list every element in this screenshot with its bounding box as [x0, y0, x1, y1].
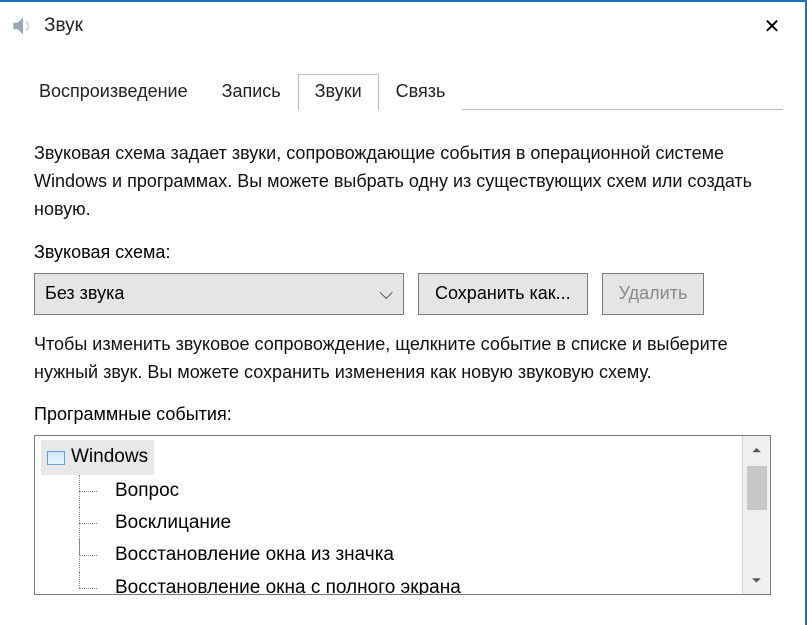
- titlebar: Звук ✕: [0, 2, 805, 50]
- tree-item[interactable]: Восклицание: [41, 507, 742, 539]
- scroll-thumb[interactable]: [747, 466, 767, 510]
- delete-button: Удалить: [602, 273, 705, 315]
- tab-recording[interactable]: Запись: [205, 74, 298, 110]
- scheme-row: Без звука ⌵ Сохранить как... Удалить: [34, 273, 771, 315]
- tree-root-label: Windows: [71, 441, 148, 473]
- tree-item[interactable]: Восстановление окна с полного экрана: [41, 572, 742, 596]
- sound-scheme-label: Звуковая схема:: [34, 242, 771, 263]
- tree-root-windows[interactable]: Windows: [41, 440, 154, 474]
- close-button[interactable]: ✕: [747, 2, 797, 50]
- sound-scheme-description: Звуковая схема задает звуки, сопровождаю…: [34, 140, 771, 224]
- close-icon: ✕: [764, 14, 781, 39]
- sound-scheme-combobox[interactable]: Без звука ⌵: [34, 273, 404, 315]
- tab-communications[interactable]: Связь: [379, 74, 463, 110]
- windows-icon: [47, 451, 65, 465]
- window-title: Звук: [44, 15, 747, 37]
- program-events-list[interactable]: Windows Вопрос Восклицание Восстановлени…: [34, 435, 771, 595]
- tab-sounds[interactable]: Звуки: [298, 74, 379, 111]
- scroll-down-button[interactable]: ⏷: [743, 566, 770, 594]
- tree-item[interactable]: Вопрос: [41, 475, 742, 507]
- tree-inner: Windows Вопрос Восклицание Восстановлени…: [35, 436, 742, 594]
- save-as-button[interactable]: Сохранить как...: [418, 273, 588, 315]
- scrollbar[interactable]: ⏶ ⏷: [742, 436, 770, 594]
- sound-scheme-value: Без звука: [45, 283, 124, 304]
- program-events-label: Программные события:: [34, 404, 771, 425]
- tab-content-sounds: Звуковая схема задает звуки, сопровождаю…: [0, 110, 805, 605]
- tab-playback[interactable]: Воспроизведение: [22, 74, 205, 110]
- chevron-down-icon: ⌵: [379, 283, 393, 304]
- tree-item[interactable]: Восстановление окна из значка: [41, 539, 742, 571]
- scroll-up-button[interactable]: ⏶: [743, 436, 770, 464]
- tab-strip: Воспроизведение Запись Звуки Связь: [0, 50, 805, 110]
- events-help-text: Чтобы изменить звуковое сопровождение, щ…: [34, 331, 771, 387]
- speaker-icon: [8, 12, 36, 40]
